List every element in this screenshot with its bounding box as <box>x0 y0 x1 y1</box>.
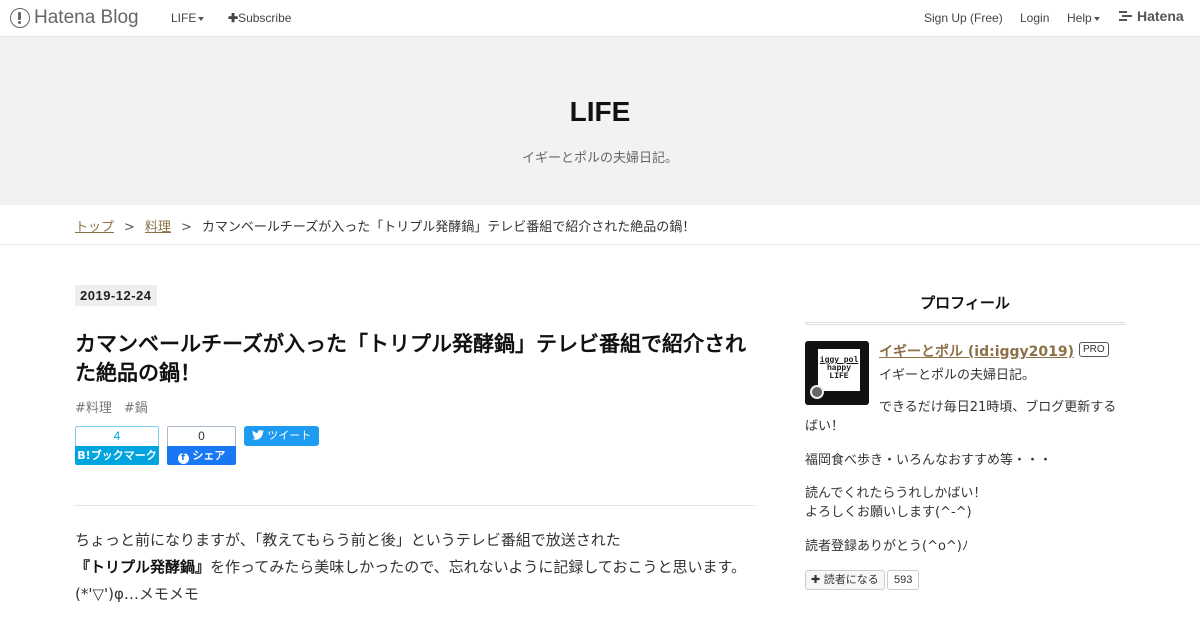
breadcrumb-top-link[interactable]: トップ <box>75 220 114 235</box>
facebook-label: シェア <box>192 449 226 462</box>
subscribe-reader-label: 読者になる <box>823 573 879 586</box>
caret-down-icon <box>198 16 205 21</box>
signup-link[interactable]: Sign Up (Free) <box>924 11 1003 25</box>
breadcrumb-current: カマンベールチーズが入った「トリプル発酵鍋」テレビ番組で紹介された絶品の鍋！ <box>201 220 696 235</box>
divider <box>75 505 755 506</box>
follower-count[interactable]: 593 <box>887 570 920 590</box>
help-label: Help <box>1067 11 1092 25</box>
breadcrumb-separator: > <box>124 220 135 235</box>
subscribe-reader-button[interactable]: ✚ 読者になる <box>805 570 885 590</box>
facebook-icon: f <box>177 453 189 464</box>
subscribe-button[interactable]: ✚Subscribe <box>228 11 291 25</box>
blog-description: イギーとポルの夫婦日記。 <box>521 151 678 166</box>
hatena-mark-icon <box>1119 11 1132 21</box>
subscribe-label: Subscribe <box>238 11 292 25</box>
global-header: Hatena Blog LIFE ✚Subscribe Sign Up (Fre… <box>0 0 1200 37</box>
blog-menu[interactable]: LIFE <box>171 11 205 25</box>
bookmark-label: B!ブックマーク <box>75 446 159 465</box>
help-menu[interactable]: Help <box>1067 11 1100 25</box>
blog-header: LIFE イギーとポルの夫婦日記。 <box>0 37 1200 205</box>
tweet-label: ツイート <box>267 429 312 442</box>
login-link[interactable]: Login <box>1020 11 1049 25</box>
blog-menu-label: LIFE <box>171 11 197 25</box>
profile-text: よろしくお願いします(^-^) <box>805 505 972 520</box>
blog-title[interactable]: LIFE <box>0 96 1200 128</box>
plus-icon: ✚ <box>228 11 239 25</box>
twitter-bird-icon <box>251 430 264 440</box>
caret-down-icon <box>1093 16 1100 21</box>
body-highlight: 『トリプル発酵鍋』 <box>75 558 211 576</box>
hatena-blog-logo-icon <box>10 8 30 28</box>
facebook-count: 0 <box>167 426 236 446</box>
breadcrumb-category-link[interactable]: 料理 <box>145 220 171 235</box>
entry-title[interactable]: カマンベールチーズが入った「トリプル発酵鍋」テレビ番組で紹介された絶品の鍋！ <box>75 330 765 388</box>
category-link[interactable]: #鍋 <box>124 401 148 416</box>
profile-text: 読んでくれたらうれしかばい！ <box>805 486 987 501</box>
breadcrumb: トップ > 料理 > カマンベールチーズが入った「トリプル発酵鍋」テレビ番組で紹介された… <box>0 205 1200 245</box>
hatena-logo[interactable]: Hatena <box>1119 8 1184 24</box>
body-text: ちょっと前になりますが、「教えてもらう前と後」というテレビ番組で放送された <box>75 531 621 549</box>
category-link[interactable]: #料理 <box>75 401 112 416</box>
entry-body: ちょっと前になりますが、「教えてもらう前と後」というテレビ番組で放送された『トリ… <box>75 527 755 608</box>
avatar-badge-icon <box>810 385 824 399</box>
profile-text: できるだけ毎日21時頃、ブログ更新するばい！ <box>805 400 1117 434</box>
profile-text: イギーとポルの夫婦日記。 <box>879 368 1036 383</box>
facebook-share: f シェア <box>167 446 236 465</box>
avatar-label: iggy pol happy LIFE <box>818 349 860 391</box>
profile-name-link[interactable]: イギーとポル (id:iggy2019) <box>879 341 1074 361</box>
profile-text: 福岡食べ歩き・いろんなおすすめ等・・・ <box>805 453 1053 468</box>
bookmark-count: 4 <box>75 426 159 446</box>
avatar[interactable]: iggy pol happy LIFE <box>805 341 869 405</box>
hatena-blog-logo[interactable]: Hatena Blog <box>10 7 139 29</box>
avatar-text: LIFE <box>829 372 849 381</box>
entry-date[interactable]: 2019-12-24 <box>75 285 157 306</box>
facebook-share-button[interactable]: 0 f シェア <box>167 426 236 465</box>
plus-icon: ✚ <box>811 573 821 586</box>
profile-text: 読者登録ありがとう(^o^)ﾉ <box>805 539 969 554</box>
hatena-label: Hatena <box>1137 8 1184 24</box>
tweet-button[interactable]: ツイート <box>244 426 319 446</box>
logo-text: Hatena Blog <box>34 7 139 28</box>
entry-categories: #料理 #鍋 <box>75 397 160 416</box>
sidebar-profile-heading: プロフィール <box>805 292 1125 325</box>
pro-badge[interactable]: PRO <box>1079 342 1109 357</box>
breadcrumb-separator: > <box>180 220 192 235</box>
hatena-bookmark-button[interactable]: 4 B!ブックマーク <box>75 426 159 465</box>
